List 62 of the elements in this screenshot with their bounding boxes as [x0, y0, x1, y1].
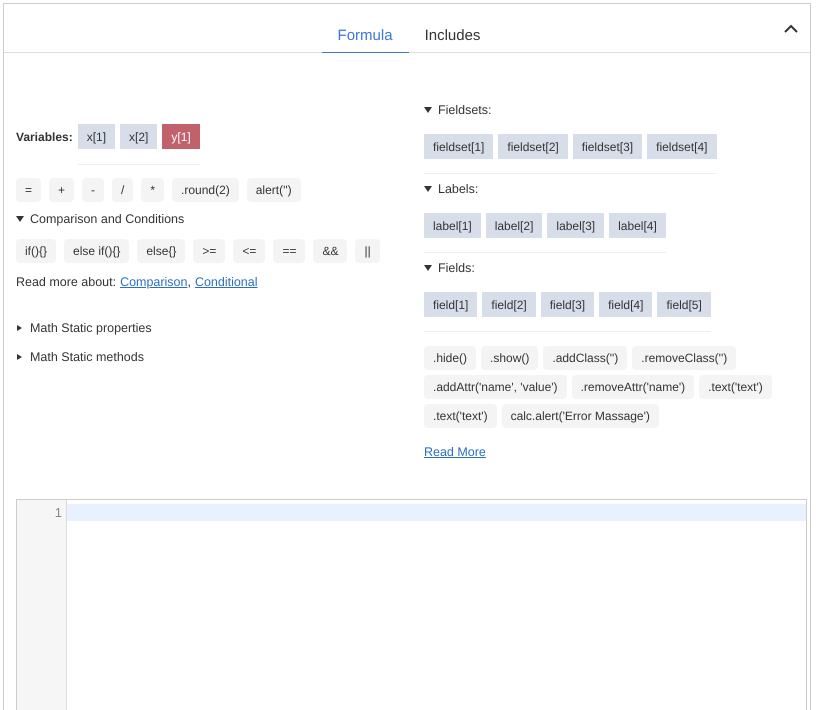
- method-chip[interactable]: .hide(): [424, 346, 476, 370]
- element-chip[interactable]: fieldset[2]: [498, 134, 568, 159]
- method-chip[interactable]: .text('text'): [424, 404, 497, 428]
- operator-chip[interactable]: *: [141, 178, 164, 202]
- condition-chip[interactable]: &&: [313, 239, 348, 263]
- element-chip[interactable]: label[4]: [609, 213, 666, 238]
- element-chip[interactable]: field[3]: [540, 292, 594, 317]
- doc-link[interactable]: Comparison: [120, 275, 188, 289]
- tab[interactable]: Includes: [408, 27, 496, 53]
- element-chip[interactable]: fieldset[3]: [572, 134, 642, 159]
- condition-chip[interactable]: <=: [233, 239, 266, 263]
- method-chip[interactable]: .addClass(''): [543, 346, 628, 370]
- condition-chip[interactable]: >=: [193, 239, 226, 263]
- element-chip[interactable]: label[3]: [547, 213, 604, 238]
- condition-chip[interactable]: if(){}: [16, 239, 56, 263]
- section-toggle[interactable]: Math Static properties: [16, 321, 152, 335]
- tab[interactable]: Formula: [322, 27, 409, 53]
- operator-chip[interactable]: +: [49, 178, 74, 202]
- variables-label: Variables:: [16, 130, 73, 144]
- section-toggle[interactable]: Fields:: [424, 261, 475, 275]
- method-chip[interactable]: .addAttr('name', 'value'): [424, 375, 567, 399]
- method-chip[interactable]: calc.alert('Error Massage'): [502, 404, 659, 428]
- triangle-icon: [424, 264, 432, 272]
- operator-chip[interactable]: -: [82, 178, 104, 202]
- element-chip[interactable]: fieldset[4]: [647, 134, 716, 159]
- section-toggle[interactable]: Math Static methods: [16, 350, 144, 364]
- condition-chip[interactable]: ==: [273, 239, 306, 263]
- element-chip[interactable]: field[4]: [599, 292, 652, 317]
- operator-chip[interactable]: alert(''): [246, 178, 301, 202]
- condition-chip[interactable]: ||: [355, 239, 380, 263]
- operator-chip[interactable]: .round(2): [172, 178, 239, 202]
- method-chip[interactable]: .removeAttr('name'): [572, 375, 694, 399]
- element-chip[interactable]: field[1]: [424, 292, 478, 317]
- element-chip[interactable]: label[2]: [486, 213, 542, 238]
- condition-chip[interactable]: else if(){}: [64, 239, 130, 263]
- triangle-icon: [16, 353, 24, 361]
- triangle-icon: [16, 324, 24, 332]
- method-chip[interactable]: .text('text'): [699, 375, 772, 399]
- element-chip[interactable]: fieldset[1]: [424, 134, 494, 159]
- method-chip[interactable]: .show(): [481, 346, 538, 370]
- operator-chip[interactable]: /: [112, 178, 134, 202]
- line-number: 1: [54, 504, 62, 521]
- element-chip[interactable]: field[2]: [482, 292, 536, 317]
- condition-chip[interactable]: else{}: [137, 239, 186, 263]
- read-more-label: Read more about:: [16, 275, 116, 289]
- triangle-icon: [424, 185, 432, 193]
- method-chip[interactable]: .removeClass(''): [632, 346, 736, 370]
- comma: ,: [187, 275, 191, 289]
- section-toggle[interactable]: Fieldsets:: [424, 103, 492, 117]
- triangle-icon: [424, 106, 432, 114]
- variable-chip[interactable]: x[2]: [120, 124, 158, 149]
- section-toggle[interactable]: Labels:: [424, 182, 478, 196]
- doc-link[interactable]: Conditional: [194, 275, 258, 289]
- element-chip[interactable]: field[5]: [657, 292, 711, 317]
- operator-chip[interactable]: =: [16, 178, 42, 202]
- chevron-icon[interactable]: [782, 22, 800, 35]
- section-toggle[interactable]: Comparison and Conditions: [16, 212, 184, 226]
- variable-chip[interactable]: y[1]: [162, 124, 200, 149]
- variable-chip[interactable]: x[1]: [78, 124, 116, 149]
- triangle-icon: [16, 215, 24, 223]
- read-more-link[interactable]: Read More: [424, 445, 486, 459]
- element-chip[interactable]: label[1]: [424, 213, 481, 238]
